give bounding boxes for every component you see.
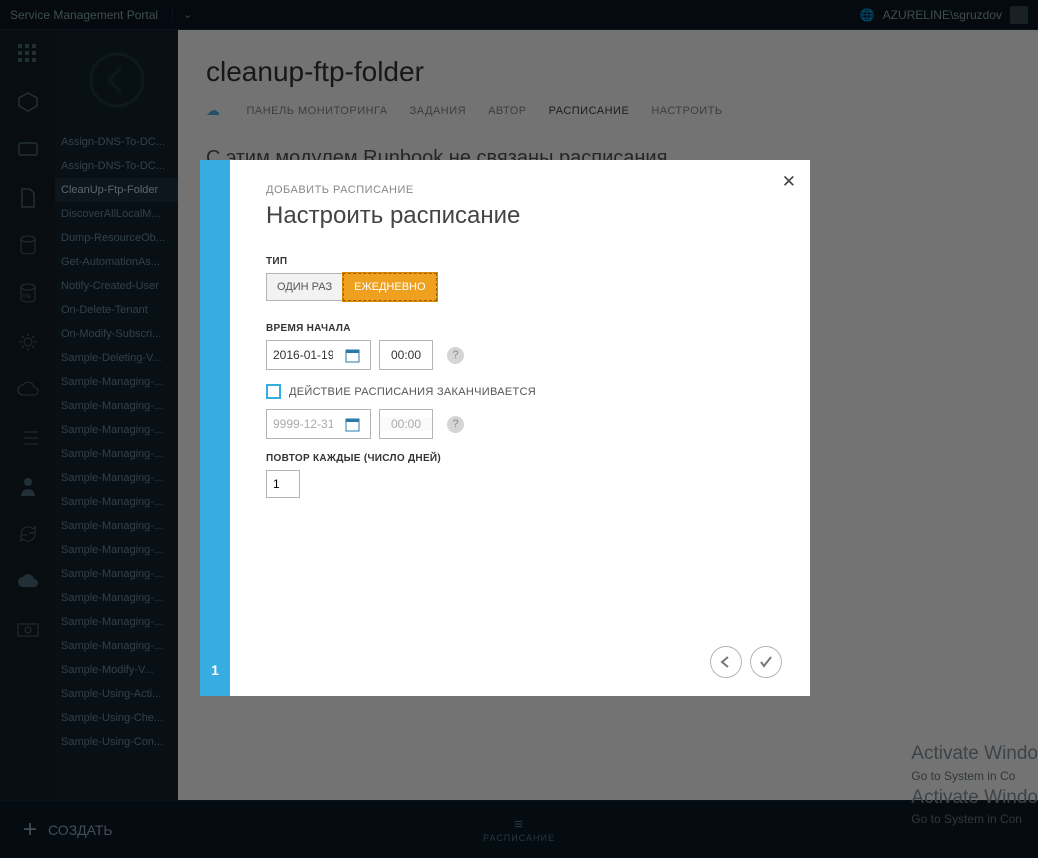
close-icon[interactable]: ✕ bbox=[782, 172, 796, 192]
dialog-step-stripe: 1 bbox=[200, 160, 230, 696]
start-time-field[interactable] bbox=[379, 340, 433, 370]
expires-checkbox[interactable]: ДЕЙСТВИЕ РАСПИСАНИЯ ЗАКАНЧИВАЕТСЯ bbox=[266, 384, 774, 399]
end-time-input bbox=[380, 417, 432, 431]
confirm-button[interactable] bbox=[750, 646, 782, 678]
type-label: ТИП bbox=[266, 256, 774, 267]
start-time-input[interactable] bbox=[380, 348, 432, 362]
repeat-days-field[interactable] bbox=[266, 470, 300, 498]
add-schedule-dialog: 1 ✕ ДОБАВИТЬ РАСПИСАНИЕ Настроить распис… bbox=[200, 160, 810, 696]
help-icon[interactable]: ? bbox=[447, 347, 464, 364]
repeat-label: ПОВТОР КАЖДЫЕ (ЧИСЛО ДНЕЙ) bbox=[266, 453, 774, 464]
type-option-daily[interactable]: ЕЖЕДНЕВНО bbox=[343, 273, 436, 301]
dialog-crumb: ДОБАВИТЬ РАСПИСАНИЕ bbox=[266, 184, 774, 196]
type-option-once[interactable]: ОДИН РАЗ bbox=[266, 273, 343, 301]
calendar-icon[interactable] bbox=[339, 341, 365, 369]
repeat-days-input[interactable] bbox=[267, 471, 299, 497]
step-number: 1 bbox=[200, 662, 230, 678]
start-label: ВРЕМЯ НАЧАЛА bbox=[266, 323, 774, 334]
type-toggle: ОДИН РАЗ ЕЖЕДНЕВНО bbox=[266, 273, 774, 301]
start-date-field[interactable] bbox=[266, 340, 371, 370]
end-date-field[interactable] bbox=[266, 409, 371, 439]
back-arrow-button[interactable] bbox=[710, 646, 742, 678]
help-icon[interactable]: ? bbox=[447, 416, 464, 433]
calendar-icon[interactable] bbox=[339, 410, 365, 438]
start-date-input[interactable] bbox=[267, 348, 339, 362]
end-time-field bbox=[379, 409, 433, 439]
dialog-title: Настроить расписание bbox=[266, 202, 774, 230]
end-date-input[interactable] bbox=[267, 417, 339, 431]
checkbox-icon bbox=[266, 384, 281, 399]
expires-label: ДЕЙСТВИЕ РАСПИСАНИЯ ЗАКАНЧИВАЕТСЯ bbox=[289, 386, 536, 398]
